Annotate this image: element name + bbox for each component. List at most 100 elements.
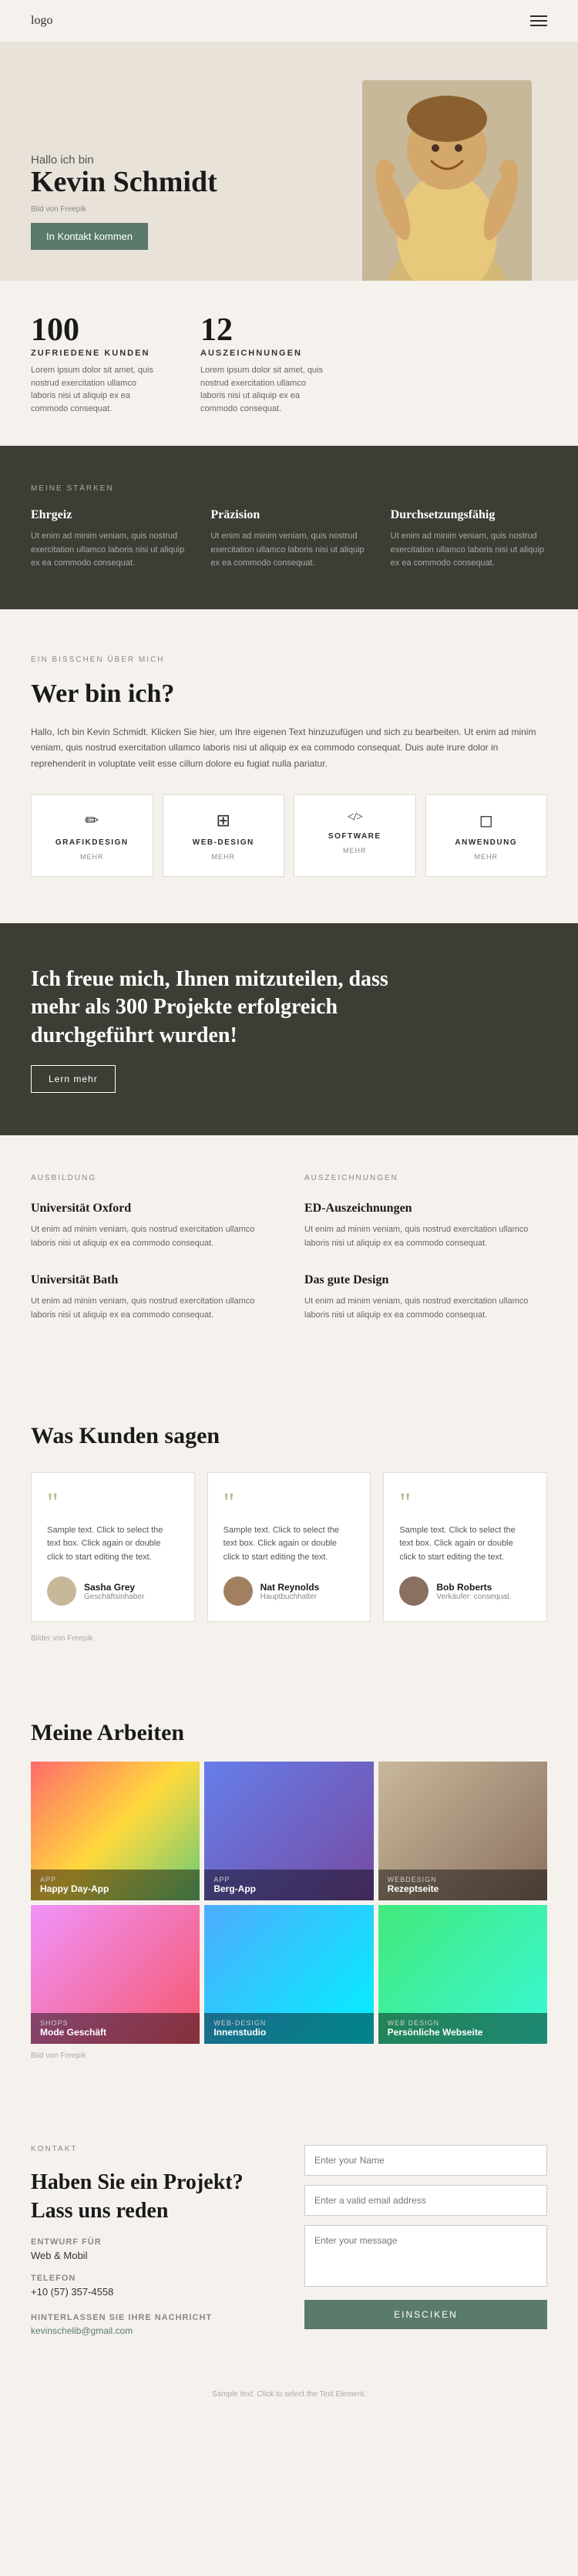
portfolio-title-1: Berg-App	[213, 1883, 364, 1894]
portfolio-item-5[interactable]: WEB DESIGN Persönliche Webseite	[378, 1905, 547, 2044]
skill-card-3[interactable]: ◻ ANWENDUNG MEHR	[425, 794, 548, 877]
stat-clients-number: 100	[31, 312, 154, 349]
skill-mehr-1[interactable]: MEHR	[176, 853, 272, 861]
hero-greeting: Hallo ich bin	[31, 153, 347, 167]
stat-awards-desc: Lorem ipsum dolor sit amet, quis nostrud…	[200, 364, 324, 415]
author-info-0: Sasha Grey Geschäftsinhaber	[84, 1582, 144, 1601]
portfolio-title-4: Innenstudio	[213, 2027, 364, 2038]
testimonial-author-0: Sasha Grey Geschäftsinhaber	[47, 1576, 179, 1606]
contact-message-input[interactable]	[304, 2225, 547, 2287]
author-name-1: Nat Reynolds	[260, 1582, 320, 1593]
portfolio-heading: Meine Arbeiten	[31, 1720, 547, 1746]
testimonials-grid: " Sample text. Click to select the text …	[31, 1472, 547, 1623]
hero-image	[347, 80, 547, 281]
portfolio-tag-0: APP	[40, 1876, 190, 1883]
testimonials-section: Was Kunden sagen " Sample text. Click to…	[0, 1384, 578, 1682]
award-title-0: ED-Auszeichnungen	[304, 1202, 547, 1216]
quote-icon-0: "	[47, 1489, 179, 1516]
skill-mehr-0[interactable]: MEHR	[44, 853, 140, 861]
contact-phone-label: Telefon	[31, 2274, 274, 2283]
award-item-1: Das gute Design Ut enim ad minim veniam,…	[304, 1273, 547, 1322]
contact-email-input[interactable]	[304, 2185, 547, 2216]
portfolio-tag-5: WEB DESIGN	[388, 2019, 538, 2027]
edu-col: AUSBILDUNG Universität Oxford Ut enim ad…	[31, 1174, 274, 1345]
award-item-0: ED-Auszeichnungen Ut enim ad minim venia…	[304, 1202, 547, 1250]
footer-note: Sample text. Click to select the Text El…	[31, 2390, 547, 2399]
contact-button[interactable]: In Kontakt kommen	[31, 223, 148, 250]
hero-section: Hallo ich bin Kevin Schmidt Bild von Fre…	[0, 42, 578, 281]
contact-for-label: Entwurf für	[31, 2237, 274, 2247]
contact-left: KONTAKT Haben Sie ein Projekt? Lass uns …	[31, 2145, 274, 2336]
contact-phone: +10 (57) 357-4558	[31, 2286, 274, 2298]
strength-title-2: Durchsetzungsfähig	[391, 508, 547, 522]
author-role-0: Geschäftsinhaber	[84, 1593, 144, 1601]
cta-section: Ich freue mich, Ihnen mitzuteilen, dass …	[0, 923, 578, 1135]
quote-icon-1: "	[223, 1489, 355, 1516]
strength-title-1: Präzision	[210, 508, 367, 522]
cta-button[interactable]: Lern mehr	[31, 1065, 116, 1093]
skill-mehr-3[interactable]: MEHR	[439, 853, 535, 861]
testimonial-text-0: Sample text. Click to select the text bo…	[47, 1524, 179, 1565]
avatar-0	[47, 1576, 76, 1606]
author-role-2: Verkäufer: consequat.	[436, 1593, 511, 1601]
logo: logo	[31, 14, 52, 28]
portfolio-section: Meine Arbeiten APP Happy Day-App APP Ber…	[0, 1681, 578, 2099]
strength-desc-2: Ut enim ad minim veniam, quis nostrud ex…	[391, 530, 547, 571]
contact-name-input[interactable]	[304, 2145, 547, 2176]
quote-icon-2: "	[399, 1489, 531, 1516]
contact-section-label: KONTAKT	[31, 2145, 274, 2153]
author-name-2: Bob Roberts	[436, 1582, 511, 1593]
about-section-label: EIN BISSCHEN ÜBER MICH	[31, 656, 547, 664]
portfolio-overlay-2: WEBDESIGN Rezeptseite	[378, 1870, 547, 1900]
software-icon: </>	[307, 811, 403, 824]
awards-label: AUSZEICHNUNGEN	[304, 1174, 547, 1182]
testimonial-author-1: Nat Reynolds Hauptbuchhalter	[223, 1576, 355, 1606]
cta-text: Ich freue mich, Ihnen mitzuteilen, dass …	[31, 966, 416, 1050]
author-info-1: Nat Reynolds Hauptbuchhalter	[260, 1582, 320, 1601]
portfolio-overlay-1: APP Berg-App	[204, 1870, 373, 1900]
portfolio-overlay-0: APP Happy Day-App	[31, 1870, 200, 1900]
edu-title-0: Universität Oxford	[31, 1202, 274, 1216]
avatar-2	[399, 1576, 428, 1606]
strength-desc-1: Ut enim ad minim veniam, quis nostrud ex…	[210, 530, 367, 571]
skill-title-2: SOFTWARE	[307, 832, 403, 841]
portfolio-tag-1: APP	[213, 1876, 364, 1883]
hamburger-button[interactable]	[530, 15, 547, 26]
skill-title-3: ANWENDUNG	[439, 838, 535, 847]
strength-item-2: Durchsetzungsfähig Ut enim ad minim veni…	[391, 508, 547, 571]
contact-right: EINSCIKEN	[304, 2145, 547, 2336]
hero-text: Hallo ich bin Kevin Schmidt Bild von Fre…	[31, 153, 347, 281]
edu-desc-1: Ut enim ad minim veniam, quis nostrud ex…	[31, 1295, 274, 1322]
testimonial-card-2[interactable]: " Sample text. Click to select the text …	[383, 1472, 547, 1623]
edu-grid: AUSBILDUNG Universität Oxford Ut enim ad…	[31, 1174, 547, 1345]
testimonial-card-0[interactable]: " Sample text. Click to select the text …	[31, 1472, 195, 1623]
skills-grid: ✏ GRAFIKDESIGN MEHR ⊞ WEB-DESIGN MEHR </…	[31, 794, 547, 877]
skill-card-0[interactable]: ✏ GRAFIKDESIGN MEHR	[31, 794, 153, 877]
skill-card-2[interactable]: </> SOFTWARE MEHR	[294, 794, 416, 877]
portfolio-tag-3: SHOPS	[40, 2019, 190, 2027]
about-section: EIN BISSCHEN ÜBER MICH Wer bin ich? Hall…	[0, 609, 578, 923]
hero-name: Kevin Schmidt	[31, 167, 347, 199]
contact-submit-button[interactable]: EINSCIKEN	[304, 2300, 547, 2329]
testimonials-heading: Was Kunden sagen	[31, 1423, 547, 1449]
portfolio-item-3[interactable]: SHOPS Mode Geschäft	[31, 1905, 200, 2044]
portfolio-overlay-4: WEB-DESIGN Innenstudio	[204, 2013, 373, 2044]
portfolio-item-2[interactable]: WEBDESIGN Rezeptseite	[378, 1762, 547, 1900]
stat-clients: 100 ZUFRIEDENE KUNDEN Lorem ipsum dolor …	[31, 312, 154, 415]
portfolio-title-0: Happy Day-App	[40, 1883, 190, 1894]
testimonial-author-2: Bob Roberts Verkäufer: consequat.	[399, 1576, 531, 1606]
skill-card-1[interactable]: ⊞ WEB-DESIGN MEHR	[163, 794, 285, 877]
stat-clients-label: ZUFRIEDENE KUNDEN	[31, 349, 154, 358]
about-description: Hallo, Ich bin Kevin Schmidt. Klicken Si…	[31, 724, 547, 771]
strength-item-0: Ehrgeiz Ut enim ad minim veniam, quis no…	[31, 508, 187, 571]
skill-mehr-2[interactable]: MEHR	[307, 847, 403, 855]
about-heading: Wer bin ich?	[31, 679, 547, 709]
portfolio-item-1[interactable]: APP Berg-App	[204, 1762, 373, 1900]
testimonials-photo-credit: Bilder von Freepik	[31, 1634, 547, 1643]
portfolio-item-4[interactable]: WEB-DESIGN Innenstudio	[204, 1905, 373, 2044]
contact-email: kevinschelib@gmail.com	[31, 2325, 274, 2336]
stat-awards: 12 AUSZEICHNUNGEN Lorem ipsum dolor sit …	[200, 312, 324, 415]
portfolio-item-0[interactable]: APP Happy Day-App	[31, 1762, 200, 1900]
testimonial-card-1[interactable]: " Sample text. Click to select the text …	[207, 1472, 371, 1623]
strength-desc-0: Ut enim ad minim veniam, quis nostrud ex…	[31, 530, 187, 571]
